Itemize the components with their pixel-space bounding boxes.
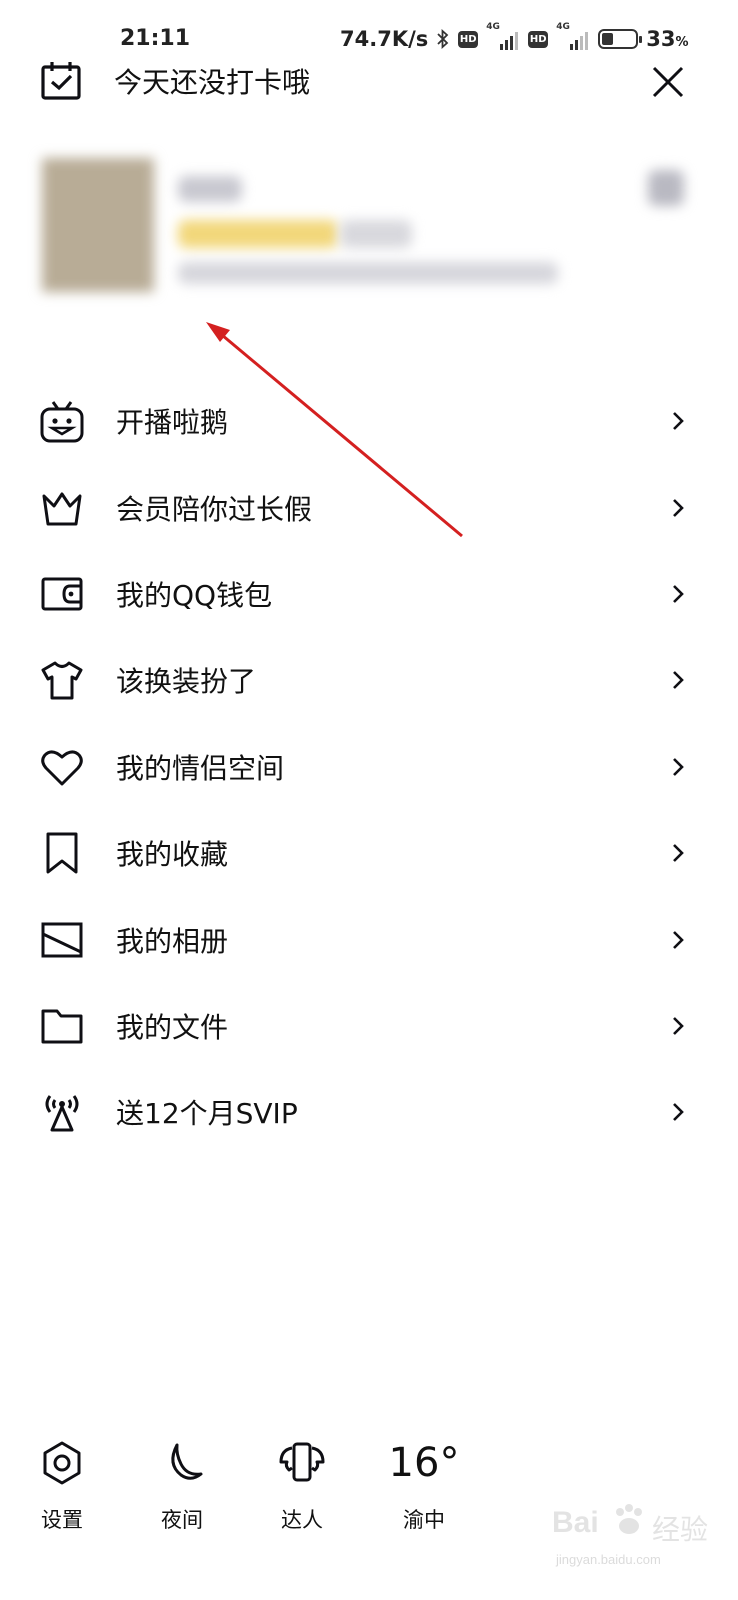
- level-badges-blurred: [340, 220, 412, 248]
- folder-icon: [41, 1009, 83, 1044]
- battery-icon: [598, 29, 643, 49]
- photo-icon: [41, 922, 83, 958]
- winged-phone-icon: [279, 1442, 325, 1482]
- network-speed: 74.7K/s: [340, 27, 429, 51]
- chevron-right-icon: [673, 757, 684, 776]
- tv-mascot-icon: [40, 401, 84, 443]
- level-badges-blurred: [178, 220, 338, 248]
- avatar[interactable]: [42, 158, 154, 292]
- signal-strength-icon: 4G: [556, 22, 590, 50]
- menu-item-couple-space[interactable]: 我的情侣空间: [0, 724, 738, 810]
- menu-item-qq-wallet[interactable]: 我的QQ钱包: [0, 551, 738, 637]
- nickname-blurred: [178, 176, 242, 202]
- tshirt-icon: [41, 661, 83, 700]
- broadcast-icon: [45, 1095, 79, 1132]
- close-icon[interactable]: [650, 64, 686, 100]
- expert-button[interactable]: 达人: [262, 1440, 342, 1534]
- menu-item-dress-up[interactable]: 该换装扮了: [0, 637, 738, 723]
- menu-item-svip-gift[interactable]: 送12个月SVIP: [0, 1069, 738, 1155]
- bluetooth-icon: [437, 28, 449, 50]
- menu-item-label: 我的QQ钱包: [116, 578, 273, 612]
- night-mode-label: 夜间: [161, 1508, 203, 1532]
- hd-badge: HD: [528, 30, 549, 48]
- chevron-right-icon: [673, 585, 684, 603]
- profile-card[interactable]: [40, 158, 700, 298]
- paw-icon: [616, 1504, 642, 1534]
- night-mode-button[interactable]: 夜间: [142, 1440, 222, 1534]
- location-label: 渝中: [403, 1508, 445, 1532]
- checkin-row[interactable]: 今天还没打卡哦: [40, 58, 310, 104]
- status-time: 21:11: [120, 26, 191, 51]
- menu-item-label: 我的收藏: [116, 838, 229, 872]
- qq-side-drawer: 21:11 74.7K/s HD 4G HD 4G 33% 今天还没打卡哦 开播…: [0, 0, 738, 1600]
- menu-item-label: 我的情侣空间: [116, 751, 285, 785]
- baidu-jingyan-watermark: Bai 经验 jingyan.baidu.com: [552, 1496, 732, 1586]
- menu-item-label: 会员陪你过长假: [116, 492, 313, 526]
- menu-item-label: 该换装扮了: [116, 665, 257, 699]
- expert-label: 达人: [281, 1508, 323, 1532]
- menu-item-label: 送12个月SVIP: [116, 1097, 298, 1131]
- battery-percent: 33%: [646, 27, 689, 51]
- settings-label: 设置: [41, 1508, 83, 1532]
- qr-code-icon[interactable]: [648, 170, 684, 206]
- chevron-right-icon: [673, 1103, 684, 1122]
- wallet-icon: [41, 577, 83, 611]
- calendar-check-icon: [41, 62, 81, 100]
- heart-icon: [41, 750, 83, 786]
- menu-item-favorites[interactable]: 我的收藏: [0, 810, 738, 896]
- menu-item-vip-holiday[interactable]: 会员陪你过长假: [0, 464, 738, 550]
- signature-blurred: [178, 262, 558, 284]
- status-indicators: 74.7K/s HD 4G HD 4G 33%: [340, 22, 689, 54]
- moon-icon: [171, 1443, 203, 1480]
- menu-item-album[interactable]: 我的相册: [0, 896, 738, 982]
- chevron-right-icon: [673, 671, 684, 690]
- drawer-menu: 开播啦鹅 会员陪你过长假 我的QQ钱包 该换装扮了 我的情侣空间 我的收藏 我的…: [0, 378, 738, 1156]
- chevron-right-icon: [673, 930, 684, 949]
- watermark-brand-cn: 经验: [652, 1513, 709, 1546]
- bookmark-icon: [46, 832, 78, 874]
- watermark-url: jingyan.baidu.com: [556, 1552, 661, 1567]
- chevron-right-icon: [673, 412, 684, 431]
- menu-item-files[interactable]: 我的文件: [0, 983, 738, 1069]
- menu-item-live[interactable]: 开播啦鹅: [0, 378, 738, 464]
- menu-item-label: 我的文件: [116, 1010, 229, 1044]
- weather-widget[interactable]: 16° 渝中: [384, 1440, 464, 1534]
- checkin-text: 今天还没打卡哦: [114, 66, 311, 99]
- gear-icon: [43, 1441, 81, 1485]
- chevron-right-icon: [673, 498, 684, 517]
- settings-button[interactable]: 设置: [22, 1440, 102, 1534]
- crown-icon: [42, 492, 82, 526]
- chevron-right-icon: [673, 1017, 684, 1035]
- hd-badge: HD: [458, 30, 479, 48]
- watermark-brand: Bai: [552, 1506, 599, 1539]
- chevron-right-icon: [673, 844, 684, 863]
- status-bar: 21:11 74.7K/s HD 4G HD 4G 33%: [0, 0, 738, 64]
- menu-item-label: 我的相册: [116, 924, 229, 958]
- menu-item-label: 开播啦鹅: [116, 406, 229, 440]
- signal-strength-icon: 4G: [486, 22, 520, 50]
- temperature: 16°: [388, 1440, 460, 1486]
